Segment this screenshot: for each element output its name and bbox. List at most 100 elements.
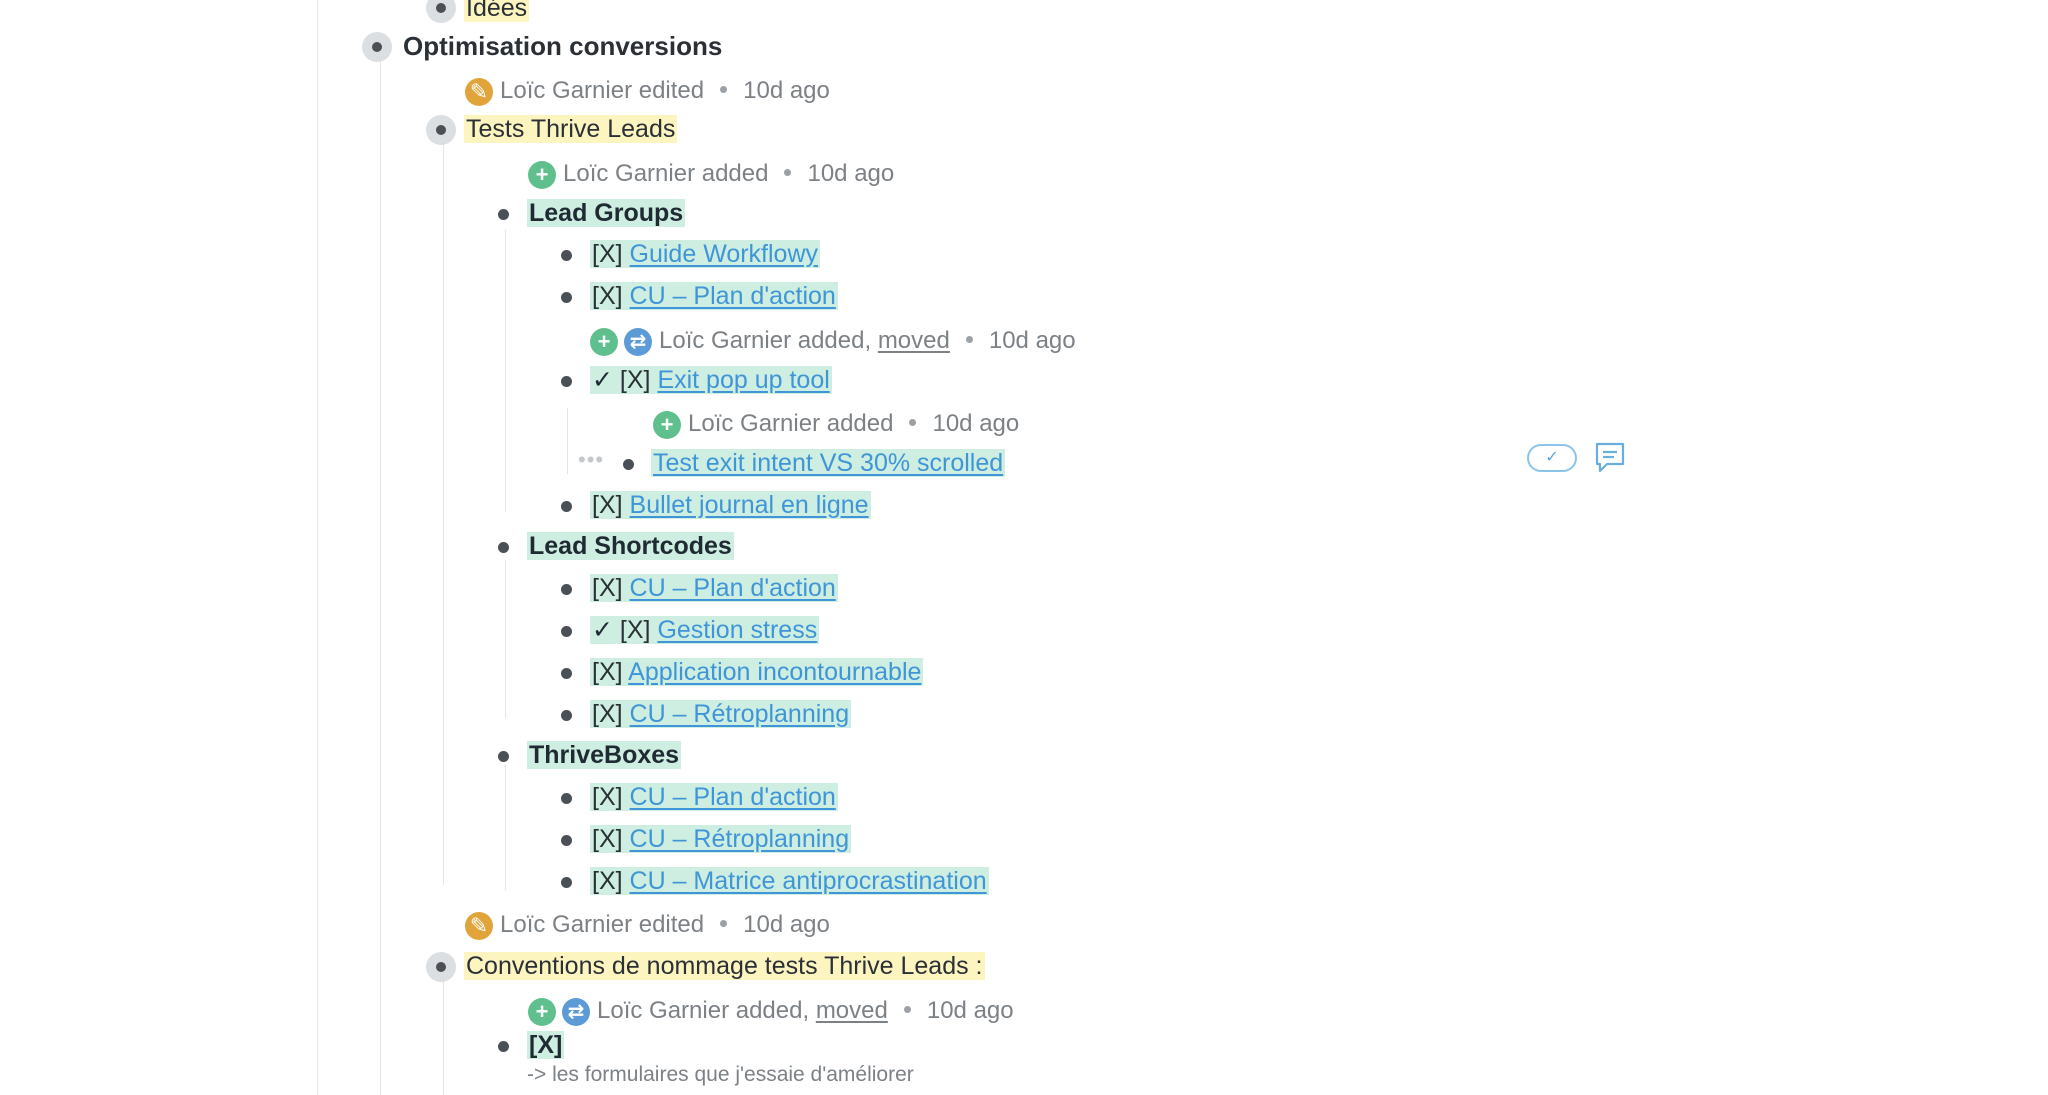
- item-label: ThriveBoxes: [527, 741, 682, 769]
- item-label: Tests Thrive Leads: [464, 115, 678, 143]
- bullet[interactable]: [561, 584, 572, 595]
- comment-icon: [1595, 442, 1625, 473]
- bullet[interactable]: [498, 751, 509, 762]
- section-title[interactable]: Optimisation conversions: [403, 30, 722, 62]
- bullet[interactable]: [561, 668, 572, 679]
- user-name: Loïc Garnier: [659, 327, 792, 354]
- item-link[interactable]: CU – Rétroplanning: [630, 825, 850, 853]
- item-prefix: [X]: [592, 282, 623, 310]
- item-link[interactable]: Bullet journal en ligne: [630, 491, 869, 519]
- outline-item[interactable]: [X] Bullet journal en ligne: [590, 489, 871, 521]
- outline-item[interactable]: [X] CU – Plan d'action: [590, 572, 838, 604]
- item-label: Lead Groups: [527, 199, 686, 227]
- bullet[interactable]: [561, 250, 572, 261]
- pencil-icon: ✎: [465, 78, 493, 106]
- outline-item[interactable]: [X]: [527, 1029, 565, 1061]
- outline-item[interactable]: ThriveBoxes: [527, 739, 682, 771]
- moved-link[interactable]: moved: [816, 997, 888, 1024]
- bullet[interactable]: [498, 542, 509, 553]
- collapsed-bullet[interactable]: [426, 0, 456, 23]
- outline-item[interactable]: Tests Thrive Leads: [464, 113, 678, 145]
- outline-item[interactable]: ✓ [X] Gestion stress: [590, 614, 820, 646]
- item-prefix: [X]: [592, 240, 623, 268]
- user-name: Loïc Garnier: [688, 410, 821, 437]
- item-link[interactable]: CU – Matrice antiprocrastination: [630, 867, 987, 895]
- user-name: Loïc Garnier: [500, 77, 633, 104]
- item-prefix: [X]: [592, 867, 623, 895]
- outline-guide-line: [505, 230, 506, 512]
- bullet[interactable]: [561, 501, 572, 512]
- bullet[interactable]: [498, 209, 509, 220]
- collapsed-bullet[interactable]: [426, 952, 456, 982]
- complete-toggle-button[interactable]: ✓: [1527, 444, 1577, 472]
- outline-item[interactable]: Idées: [464, 0, 530, 24]
- action-text: added: [826, 410, 894, 437]
- outline-item[interactable]: Lead Groups: [527, 197, 686, 229]
- outline-guide-line: [505, 560, 506, 718]
- item-link[interactable]: CU – Plan d'action: [630, 783, 836, 811]
- collapsed-bullet[interactable]: [362, 32, 392, 62]
- bullet[interactable]: [561, 710, 572, 721]
- outline-guide-line: [443, 980, 444, 1095]
- item-prefix: [X]: [592, 700, 623, 728]
- collapsed-bullet[interactable]: [426, 115, 456, 145]
- pencil-icon: ✎: [465, 912, 493, 940]
- outline-item[interactable]: [X] CU – Plan d'action: [590, 781, 838, 813]
- bullet[interactable]: [498, 1041, 509, 1052]
- plus-icon: +: [528, 161, 556, 189]
- outline-item[interactable]: Test exit intent VS 30% scrolled: [651, 447, 1006, 479]
- outline-item[interactable]: [X] Application incontournable: [590, 656, 924, 688]
- item-label: Lead Shortcodes: [527, 532, 734, 560]
- edit-history: Loïc Garnier added, moved 10d ago: [659, 326, 1076, 356]
- item-link[interactable]: Application incontournable: [628, 658, 921, 686]
- plus-icon: +: [653, 411, 681, 439]
- outline-item[interactable]: Conventions de nommage tests Thrive Lead…: [464, 950, 985, 982]
- swap-arrows-icon: ⇄: [562, 998, 590, 1026]
- moved-link[interactable]: moved: [878, 327, 950, 354]
- item-label: Conventions de nommage tests Thrive Lead…: [464, 952, 985, 980]
- bullet[interactable]: [623, 459, 634, 470]
- timestamp: 10d ago: [988, 327, 1076, 354]
- bullet[interactable]: [561, 292, 572, 303]
- bullet[interactable]: [561, 877, 572, 888]
- bullet[interactable]: [561, 626, 572, 637]
- item-link[interactable]: CU – Plan d'action: [630, 574, 836, 602]
- action-text: added: [701, 160, 769, 187]
- outline-item[interactable]: ✓ [X] Exit pop up tool: [590, 364, 832, 396]
- item-prefix: [X]: [592, 574, 623, 602]
- item-link[interactable]: Exit pop up tool: [657, 366, 829, 394]
- item-link[interactable]: Guide Workflowy: [630, 240, 819, 268]
- bullet[interactable]: [561, 835, 572, 846]
- outline-guide-line: [317, 0, 318, 1095]
- user-name: Loïc Garnier: [563, 160, 696, 187]
- item-prefix: [X]: [619, 366, 651, 394]
- edit-history: Loïc Garnier added, moved 10d ago: [597, 996, 1014, 1026]
- outline-guide-line: [380, 55, 381, 1095]
- timestamp: 10d ago: [932, 410, 1020, 437]
- edit-history: Loïc Garnier added 10d ago: [688, 409, 1019, 439]
- comment-button[interactable]: [1594, 441, 1626, 480]
- outline-item[interactable]: [X] Guide Workflowy: [590, 238, 821, 270]
- item-link[interactable]: CU – Plan d'action: [630, 282, 836, 310]
- item-label: Idées: [464, 0, 530, 22]
- item-link[interactable]: CU – Rétroplanning: [630, 700, 850, 728]
- bullet[interactable]: [561, 376, 572, 387]
- plus-icon: +: [590, 328, 618, 356]
- plus-icon: +: [528, 998, 556, 1026]
- outline-item[interactable]: Lead Shortcodes: [527, 530, 734, 562]
- item-link[interactable]: Gestion stress: [657, 616, 817, 644]
- bullet[interactable]: [561, 793, 572, 804]
- edit-history: Loïc Garnier added 10d ago: [563, 159, 894, 189]
- user-name: Loïc Garnier: [597, 997, 730, 1024]
- outline-item[interactable]: [X] CU – Matrice antiprocrastination: [590, 865, 989, 897]
- item-link[interactable]: Test exit intent VS 30% scrolled: [653, 449, 1003, 477]
- item-prefix: [X]: [592, 825, 623, 853]
- action-text: edited: [638, 911, 705, 938]
- item-note[interactable]: -> les formulaires que j'essaie d'amélio…: [527, 1063, 914, 1087]
- item-prefix: [X]: [619, 616, 651, 644]
- drag-handle[interactable]: •••: [578, 447, 604, 473]
- outline-guide-line: [567, 408, 568, 474]
- outline-item[interactable]: [X] CU – Rétroplanning: [590, 698, 852, 730]
- outline-item[interactable]: [X] CU – Plan d'action: [590, 280, 838, 312]
- outline-item[interactable]: [X] CU – Rétroplanning: [590, 823, 852, 855]
